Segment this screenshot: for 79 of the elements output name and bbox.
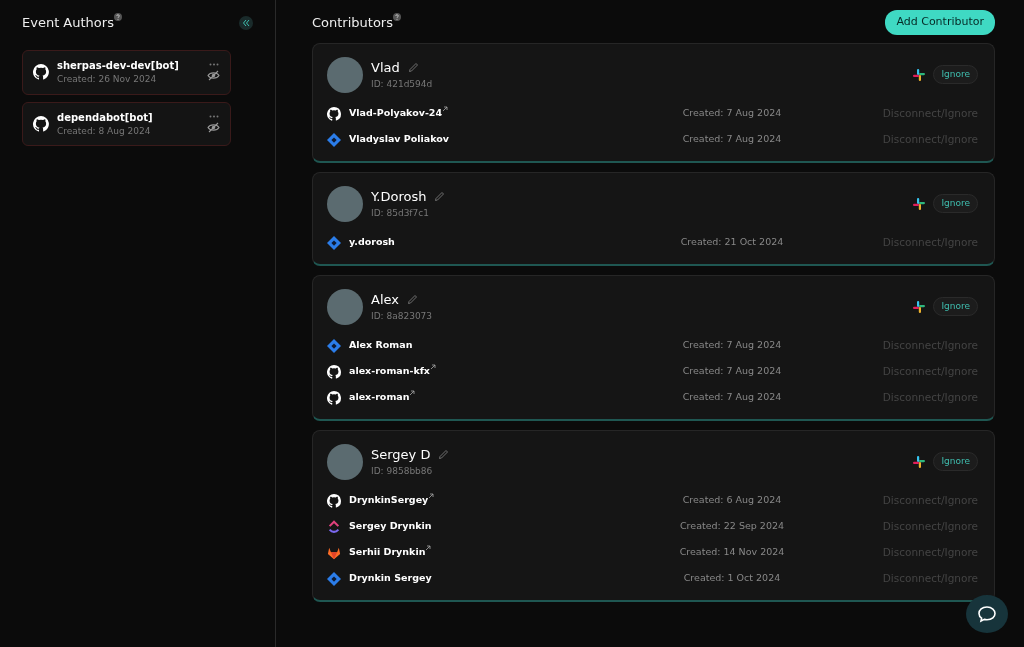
section-title: Event Authors <box>22 14 114 33</box>
diamond-logo-icon <box>327 132 341 147</box>
account-name: Drynkin Sergey <box>349 571 432 586</box>
contributor-name: Alex <box>371 291 399 309</box>
double-chevron-left-icon <box>239 16 253 30</box>
speech-bubble-icon <box>977 605 997 623</box>
collapse-button[interactable] <box>239 16 253 30</box>
external-link-icon <box>430 364 436 371</box>
author-name: dependabot[bot] <box>57 110 154 125</box>
slack-logo-icon <box>913 68 926 81</box>
avatar <box>327 185 363 222</box>
diamond-logo-icon <box>327 338 341 353</box>
diamond-logo-icon <box>327 235 341 250</box>
ignore-button[interactable]: Ignore <box>933 193 978 214</box>
created-date: Created: 6 Aug 2024 <box>681 493 783 508</box>
created-date: Created: 7 Aug 2024 <box>681 364 783 379</box>
eye-slash-icon <box>207 121 220 133</box>
created-date: Created: 8 Aug 2024 <box>57 124 152 138</box>
contributor-name: Vlad <box>371 59 400 77</box>
slack-logo-icon <box>913 197 926 210</box>
contributor-name: Y.Dorosh <box>371 188 427 206</box>
github-icon <box>327 493 341 508</box>
avatar <box>327 56 363 93</box>
avatar <box>327 288 363 325</box>
contributor-id: ID: 85d3f7c1 <box>371 206 430 220</box>
add-contributor-button[interactable]: Add Contributor <box>885 10 995 35</box>
contributor-name: Sergey D <box>371 446 431 464</box>
author-card[interactable]: dependabot[bot] Created: 8 Aug 2024 <box>22 101 231 146</box>
github-icon <box>327 390 341 405</box>
help-icon <box>393 12 401 21</box>
author-name: sherpas-dev-dev[bot] <box>57 59 180 73</box>
created-date: Created: 21 Oct 2024 <box>679 235 785 250</box>
account-name[interactable]: Serhii Drynkin <box>349 545 426 560</box>
help-icon <box>113 13 122 22</box>
created-date: Created: 7 Aug 2024 <box>681 338 783 353</box>
pencil-icon <box>434 191 446 203</box>
more-icon <box>208 114 219 118</box>
github-icon <box>327 106 341 121</box>
external-link-icon <box>442 106 449 113</box>
account-name[interactable]: alex-roman <box>349 390 410 405</box>
external-link-icon <box>425 545 432 552</box>
contributor-id: ID: 421d594d <box>371 77 434 91</box>
account-name: Sergey Drynkin <box>349 519 432 534</box>
eye-slash-icon <box>207 70 220 82</box>
created-date: Created: 14 Nov 2024 <box>678 545 786 560</box>
pencil-icon <box>406 294 418 306</box>
slack-logo-icon <box>913 300 926 313</box>
ignore-button[interactable]: Ignore <box>933 64 978 85</box>
github-icon <box>33 64 49 81</box>
ignore-button[interactable]: Ignore <box>933 296 978 317</box>
author-card[interactable]: sherpas-dev-dev[bot] Created: 26 Nov 2024 <box>22 50 231 95</box>
contributor-id: ID: 9858bb86 <box>371 464 434 478</box>
external-link-icon <box>409 390 416 397</box>
chevron-logo-icon <box>327 519 341 534</box>
diamond-logo-icon <box>327 571 341 586</box>
created-date: Created: 7 Aug 2024 <box>681 106 783 121</box>
account-name[interactable]: DrynkinSergey <box>349 493 429 508</box>
created-date: Created: 22 Sep 2024 <box>679 519 785 534</box>
account-name: y.dorosh <box>349 235 395 250</box>
ignore-button[interactable]: Ignore <box>933 451 978 472</box>
section-title: Contributors <box>312 13 393 32</box>
github-icon <box>33 115 49 132</box>
created-date: Created: 1 Oct 2024 <box>682 571 782 586</box>
avatar <box>327 443 363 480</box>
created-date: Created: 26 Nov 2024 <box>57 73 158 86</box>
github-icon <box>327 364 341 379</box>
account-name[interactable]: alex-roman-kfx <box>349 364 430 379</box>
account-name[interactable]: Vlad-Polyakov-24 <box>349 106 443 121</box>
created-date: Created: 7 Aug 2024 <box>681 132 783 147</box>
chat-button[interactable] <box>966 595 1008 633</box>
pencil-icon <box>407 62 419 74</box>
pencil-icon <box>438 449 450 461</box>
account-name: Alex Roman <box>349 338 413 353</box>
account-name: Vladyslav Poliakov <box>349 132 450 147</box>
slack-logo-icon <box>913 455 926 468</box>
more-icon <box>208 63 219 67</box>
external-link-icon <box>428 493 435 500</box>
created-date: Created: 7 Aug 2024 <box>681 390 783 405</box>
contributor-id: ID: 8a823073 <box>371 309 434 323</box>
